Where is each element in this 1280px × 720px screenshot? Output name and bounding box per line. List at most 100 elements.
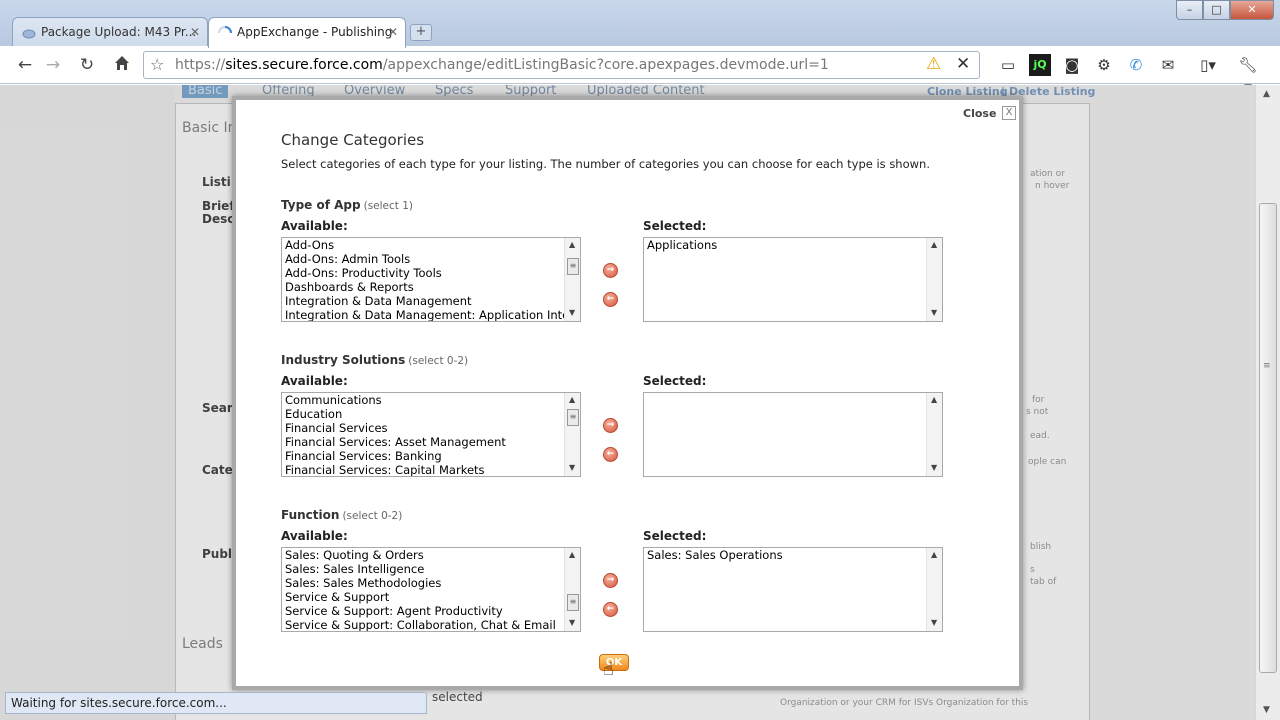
- category-title-function: Function (select 0-2): [281, 508, 403, 522]
- maximize-button[interactable]: □: [1203, 0, 1230, 20]
- list-item[interactable]: Integration & Data Management: [282, 294, 580, 308]
- jq-icon[interactable]: jQ: [1029, 54, 1051, 76]
- page-icon[interactable]: ▯▾: [1197, 54, 1219, 76]
- remove-category-button[interactable]: ←: [603, 602, 618, 617]
- list-scrollbar[interactable]: ▲ ≡ ▼: [564, 238, 580, 321]
- camera-icon[interactable]: ◙: [1061, 54, 1083, 76]
- selected-label: Selected:: [643, 219, 707, 233]
- scrollbar-thumb[interactable]: ≡: [567, 258, 579, 275]
- back-icon[interactable]: ←: [14, 54, 36, 76]
- window-icon[interactable]: ▭: [997, 54, 1019, 76]
- scroll-up-icon[interactable]: ▲: [1263, 89, 1270, 99]
- available-list-type-of-app[interactable]: Add-Ons Add-Ons: Admin Tools Add-Ons: Pr…: [281, 237, 581, 322]
- tab-appexchange-publishing[interactable]: AppExchange - Publishing ✕: [208, 17, 406, 48]
- add-category-button[interactable]: →: [603, 418, 618, 433]
- list-item[interactable]: Education: [282, 407, 580, 421]
- home-icon[interactable]: [111, 54, 133, 76]
- scroll-down-icon[interactable]: ▼: [931, 308, 937, 317]
- scroll-down-icon[interactable]: ▼: [931, 463, 937, 472]
- gmail-icon[interactable]: ✉: [1157, 54, 1179, 76]
- window-controls: – □ ✕: [1176, 0, 1274, 21]
- scroll-down-icon[interactable]: ▼: [569, 618, 575, 627]
- close-window-button[interactable]: ✕: [1230, 0, 1274, 20]
- remove-category-button[interactable]: ←: [603, 292, 618, 307]
- tab-title: Package Upload: M43 Pr...: [41, 25, 197, 39]
- list-scrollbar[interactable]: ▲ ▼: [926, 548, 942, 631]
- scroll-up-icon[interactable]: ▲: [931, 550, 937, 559]
- selected-list-type-of-app[interactable]: Applications ▲ ▼: [643, 237, 943, 322]
- page-behind-selected-text: selected: [432, 690, 483, 704]
- close-icon[interactable]: ✕: [190, 25, 200, 39]
- star-icon[interactable]: ☆: [150, 55, 164, 74]
- phone-icon[interactable]: ✆: [1125, 54, 1147, 76]
- list-item[interactable]: Add-Ons: Admin Tools: [282, 252, 580, 266]
- list-item[interactable]: Financial Services: Banking: [282, 449, 580, 463]
- list-item[interactable]: Add-Ons: [282, 238, 580, 252]
- list-item[interactable]: Integration & Data Management: Applicati…: [282, 308, 580, 321]
- list-item[interactable]: Sales: Sales Intelligence: [282, 562, 580, 576]
- scroll-up-icon[interactable]: ▲: [569, 395, 575, 404]
- selected-label: Selected:: [643, 374, 707, 388]
- available-list-function[interactable]: Sales: Quoting & Orders Sales: Sales Int…: [281, 547, 581, 632]
- scroll-down-icon[interactable]: ▼: [569, 308, 575, 317]
- scrollbar-thumb[interactable]: ≡: [567, 409, 579, 426]
- list-scrollbar[interactable]: ▲ ≡ ▼: [564, 393, 580, 476]
- scrollbar-thumb[interactable]: ≡: [567, 594, 579, 611]
- list-item[interactable]: Communications: [282, 393, 580, 407]
- address-bar[interactable]: ☆ https://sites.secure.force.com/appexch…: [143, 51, 980, 79]
- minimize-button[interactable]: –: [1176, 0, 1203, 20]
- list-scrollbar[interactable]: ▲ ≡ ▼: [564, 548, 580, 631]
- reload-icon[interactable]: ↻: [76, 54, 98, 76]
- dialog-description: Select categories of each type for your …: [281, 157, 930, 171]
- list-item[interactable]: Financial Services: Asset Management: [282, 435, 580, 449]
- list-item[interactable]: Service & Support: Agent Productivity: [282, 604, 580, 618]
- list-item[interactable]: Dashboards & Reports: [282, 280, 580, 294]
- new-tab-button[interactable]: +: [410, 24, 432, 41]
- gear-icon[interactable]: ⚙: [1093, 54, 1115, 76]
- selected-list-function[interactable]: Sales: Sales Operations ▲ ▼: [643, 547, 943, 632]
- scroll-down-icon[interactable]: ▼: [931, 618, 937, 627]
- tab-title: AppExchange - Publishing: [237, 25, 393, 39]
- available-list-industry-solutions[interactable]: Communications Education Financial Servi…: [281, 392, 581, 477]
- remove-category-button[interactable]: ←: [603, 447, 618, 462]
- list-item[interactable]: Add-Ons: Productivity Tools: [282, 266, 580, 280]
- loading-spinner-icon: [218, 26, 232, 40]
- scroll-up-icon[interactable]: ▲: [569, 240, 575, 249]
- scrollbar-thumb[interactable]: [1259, 203, 1277, 673]
- list-scrollbar[interactable]: ▲ ▼: [926, 238, 942, 321]
- forward-icon[interactable]: →: [42, 54, 64, 76]
- list-item[interactable]: Service & Support: [282, 590, 580, 604]
- list-scrollbar[interactable]: ▲ ▼: [926, 393, 942, 476]
- page-scrollbar[interactable]: ▲ ≡ ▼: [1255, 85, 1280, 720]
- scroll-up-icon[interactable]: ▲: [569, 550, 575, 559]
- stop-icon[interactable]: ✕: [956, 54, 970, 74]
- scroll-up-icon[interactable]: ▲: [931, 240, 937, 249]
- warning-icon[interactable]: ⚠: [926, 54, 941, 74]
- category-title-type-of-app: Type of App (select 1): [281, 198, 414, 212]
- scroll-down-icon[interactable]: ▼: [569, 463, 575, 472]
- close-icon[interactable]: X: [1002, 106, 1016, 120]
- list-item[interactable]: Financial Services: [282, 421, 580, 435]
- category-hint: (select 1): [363, 200, 414, 212]
- cloud-icon: [22, 26, 36, 40]
- list-item[interactable]: Sales: Sales Operations: [644, 548, 942, 562]
- wrench-icon[interactable]: 🔧︎▾: [1237, 54, 1259, 96]
- available-label: Available:: [281, 529, 348, 543]
- tab-package-upload[interactable]: Package Upload: M43 Pr... ✕: [12, 17, 208, 47]
- list-item[interactable]: Service & Support: Collaboration, Chat &…: [282, 618, 580, 631]
- close-icon[interactable]: ✕: [388, 25, 398, 39]
- scroll-up-icon[interactable]: ▲: [931, 395, 937, 404]
- grip-icon: ≡: [1263, 361, 1271, 371]
- add-category-button[interactable]: →: [603, 573, 618, 588]
- scroll-down-icon[interactable]: ▼: [1263, 705, 1270, 715]
- category-title-industry-solutions: Industry Solutions (select 0-2): [281, 353, 469, 367]
- list-item[interactable]: Applications: [644, 238, 942, 252]
- list-item[interactable]: Sales: Quoting & Orders: [282, 548, 580, 562]
- list-item[interactable]: Sales: Sales Methodologies: [282, 576, 580, 590]
- list-item[interactable]: Financial Services: Capital Markets: [282, 463, 580, 476]
- close-link[interactable]: Close: [963, 107, 996, 120]
- add-category-button[interactable]: →: [603, 263, 618, 278]
- selected-list-industry-solutions[interactable]: ▲ ▼: [643, 392, 943, 477]
- tab-strip: Package Upload: M43 Pr... ✕ AppExchange …: [0, 0, 1280, 48]
- hand-cursor-icon: ☝: [603, 659, 614, 680]
